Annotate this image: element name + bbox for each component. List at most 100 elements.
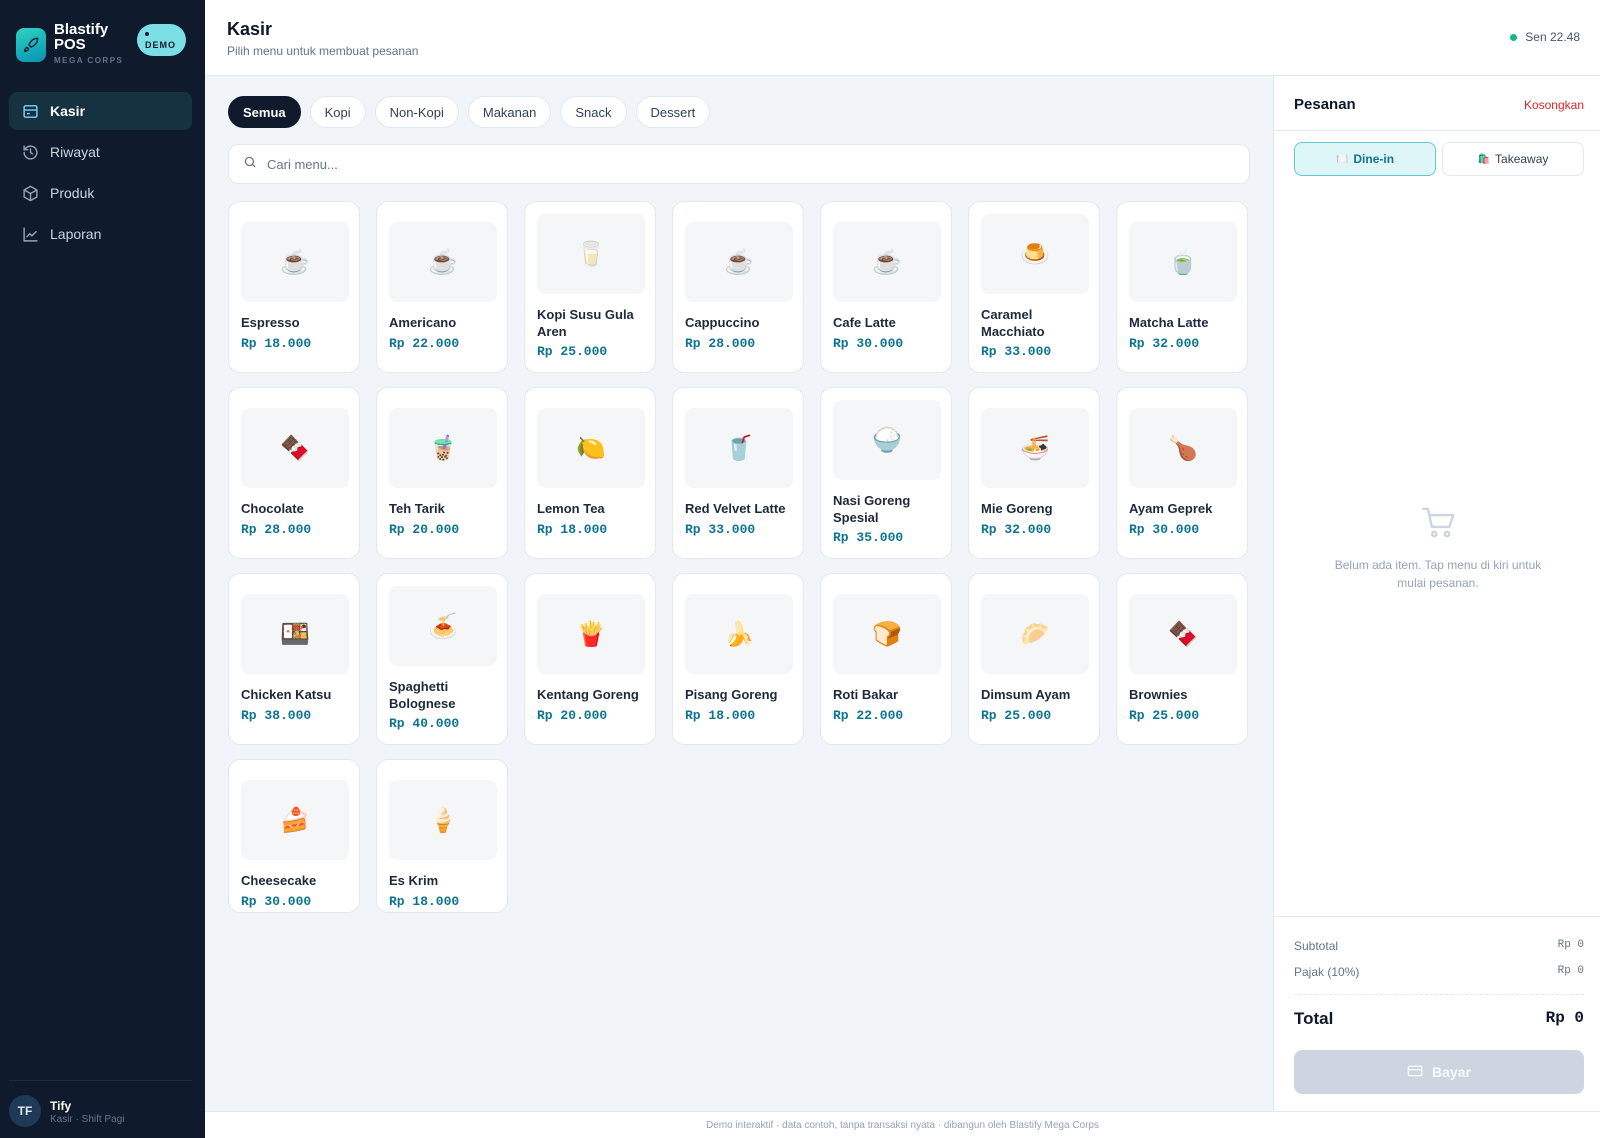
product-card[interactable]: 🍜 Mie Goreng Rp 32.000	[968, 387, 1100, 559]
product-name: Kentang Goreng	[537, 687, 639, 702]
product-name: Red Velvet Latte	[685, 501, 786, 516]
chart-icon	[21, 225, 39, 243]
product-image-icon: 🍚	[833, 400, 941, 480]
sidebar-item-produk[interactable]: Produk	[9, 174, 192, 212]
product-card[interactable]: ☕ Americano Rp 22.000	[376, 201, 508, 373]
product-image-icon: 🍞	[833, 594, 941, 674]
bag-icon: 🛍️	[1477, 153, 1491, 165]
product-card[interactable]: 🍰 Cheesecake Rp 30.000	[228, 759, 360, 913]
dot-icon	[145, 32, 149, 36]
dine-in-label: Dine-in	[1353, 152, 1395, 166]
product-card[interactable]: 🍞 Roti Bakar Rp 22.000	[820, 573, 952, 745]
tax-row: Pajak (10%) Rp 0	[1294, 965, 1584, 979]
history-icon	[21, 143, 39, 161]
brand-name: Blastify POS	[54, 21, 109, 53]
product-name: Chocolate	[241, 501, 304, 516]
product-card[interactable]: 🍦 Es Krim Rp 18.000	[376, 759, 508, 913]
product-price: Rp 18.000	[537, 522, 608, 537]
product-price: Rp 22.000	[389, 336, 460, 351]
footer: Demo interaktif · data contoh, tanpa tra…	[205, 1111, 1600, 1138]
product-card[interactable]: 🍮 Caramel Macchiato Rp 33.000	[968, 201, 1100, 373]
product-image-icon: 🍌	[685, 594, 793, 674]
product-price: Rp 18.000	[389, 894, 460, 909]
product-name: Caramel Macchiato	[981, 307, 1045, 339]
product-image-icon: 🍮	[981, 214, 1089, 294]
clock-label: Sen 22.48	[1525, 30, 1580, 44]
product-card[interactable]: 🍵 Matcha Latte Rp 32.000	[1116, 201, 1248, 373]
user-role: Kasir · Shift Pagi	[50, 1114, 125, 1125]
product-name: Cappuccino	[685, 315, 760, 330]
box-icon	[21, 184, 39, 202]
product-card[interactable]: 🥤 Red Velvet Latte Rp 33.000	[672, 387, 804, 559]
total-row: Total Rp 0	[1294, 1009, 1584, 1029]
product-card[interactable]: 🍌 Pisang Goreng Rp 18.000	[672, 573, 804, 745]
total-value: Rp 0	[1545, 1009, 1584, 1027]
sidebar-item-label: Riwayat	[50, 144, 100, 160]
pay-button[interactable]: Bayar	[1294, 1050, 1584, 1094]
category-chip-semua[interactable]: Semua	[228, 96, 301, 128]
product-name: Cheesecake	[241, 873, 317, 888]
product-card[interactable]: 🍗 Ayam Geprek Rp 30.000	[1116, 387, 1248, 559]
product-card[interactable]: 🍱 Chicken Katsu Rp 38.000	[228, 573, 360, 745]
sidebar-item-label: Kasir	[50, 103, 86, 119]
search-bar	[228, 144, 1250, 184]
sidebar-item-laporan[interactable]: Laporan	[9, 215, 192, 253]
product-price: Rp 25.000	[981, 708, 1052, 723]
product-card[interactable]: 🍚 Nasi Goreng Spesial Rp 35.000	[820, 387, 952, 559]
product-image-icon: 🧋	[389, 408, 497, 488]
subtotal-value: Rp 0	[1557, 939, 1584, 951]
menu-area: Semua Kopi Non-Kopi Makanan Snack Desser…	[205, 76, 1273, 1111]
sidebar-item-riwayat[interactable]: Riwayat	[9, 133, 192, 171]
product-image-icon: ☕	[833, 222, 941, 302]
subtotal-row: Subtotal Rp 0	[1294, 939, 1584, 953]
product-card[interactable]: 🍋 Lemon Tea Rp 18.000	[524, 387, 656, 559]
product-price: Rp 20.000	[389, 522, 460, 537]
dine-in-button[interactable]: 🍽️ Dine-in	[1294, 142, 1436, 176]
product-price: Rp 33.000	[981, 344, 1052, 359]
product-card[interactable]: ☕ Espresso Rp 18.000	[228, 201, 360, 373]
product-price: Rp 30.000	[833, 336, 904, 351]
product-card[interactable]: 🍫 Chocolate Rp 28.000	[228, 387, 360, 559]
product-card[interactable]: 🧋 Teh Tarik Rp 20.000	[376, 387, 508, 559]
sidebar-nav: Kasir Riwayat Produk Laporan	[9, 92, 192, 256]
product-card[interactable]: 🍝 Spaghetti Bolognese Rp 40.000	[376, 573, 508, 745]
product-price: Rp 28.000	[685, 336, 756, 351]
product-price: Rp 30.000	[241, 894, 312, 909]
product-image-icon: 🥟	[981, 594, 1089, 674]
product-price: Rp 35.000	[833, 530, 904, 545]
category-chip-kopi[interactable]: Kopi	[309, 96, 366, 128]
category-chip-dessert[interactable]: Dessert	[635, 96, 711, 128]
product-image-icon: 🍫	[1129, 594, 1237, 674]
demo-badge-label: DEMO	[145, 40, 176, 50]
product-card[interactable]: 🍟 Kentang Goreng Rp 20.000	[524, 573, 656, 745]
takeaway-button[interactable]: 🛍️ Takeaway	[1442, 142, 1584, 176]
product-card[interactable]: 🥛 Kopi Susu Gula Aren Rp 25.000	[524, 201, 656, 373]
user-profile[interactable]: TF Tify Kasir · Shift Pagi	[9, 1080, 192, 1127]
category-chip-makanan[interactable]: Makanan	[467, 96, 552, 128]
product-card[interactable]: ☕ Cafe Latte Rp 30.000	[820, 201, 952, 373]
cashier-icon	[21, 102, 39, 120]
takeaway-label: Takeaway	[1495, 152, 1549, 166]
brand[interactable]: Blastify POS MEGA CORPS DEMO	[16, 21, 190, 72]
product-card[interactable]: 🍫 Brownies Rp 25.000	[1116, 573, 1248, 745]
product-image-icon: 🥤	[685, 408, 793, 488]
product-image-icon: ☕	[241, 222, 349, 302]
search-input[interactable]	[267, 156, 1249, 172]
product-image-icon: 🍟	[537, 594, 645, 674]
sidebar-item-kasir[interactable]: Kasir	[9, 92, 192, 130]
product-image-icon: 🍦	[389, 780, 497, 860]
tax-label: Pajak (10%)	[1294, 965, 1360, 979]
clear-order-button[interactable]: Kosongkan	[1524, 98, 1584, 112]
product-name: Cafe Latte	[833, 315, 896, 330]
order-title: Pesanan	[1294, 96, 1356, 113]
sidebar-item-label: Laporan	[50, 226, 102, 242]
sidebar: Blastify POS MEGA CORPS DEMO Kasir Riway…	[0, 0, 205, 1138]
status-dot-icon	[1510, 33, 1518, 41]
product-image-icon: 🍝	[389, 586, 497, 666]
subtotal-label: Subtotal	[1294, 939, 1339, 953]
product-card[interactable]: ☕ Cappuccino Rp 28.000	[672, 201, 804, 373]
product-price: Rp 18.000	[241, 336, 312, 351]
category-chip-snack[interactable]: Snack	[560, 96, 627, 128]
product-card[interactable]: 🥟 Dimsum Ayam Rp 25.000	[968, 573, 1100, 745]
category-chip-non-kopi[interactable]: Non-Kopi	[374, 96, 459, 128]
